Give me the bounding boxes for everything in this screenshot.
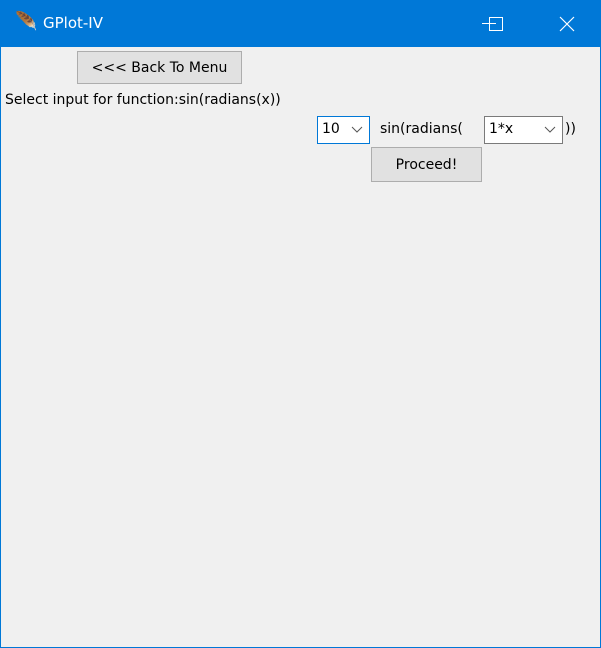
close-button[interactable]	[544, 1, 590, 47]
title-bar: 🪶 GPlot-IV	[1, 1, 600, 47]
back-to-menu-button[interactable]: <<< Back To Menu	[77, 51, 242, 84]
close-icon	[559, 16, 575, 32]
expression-combobox[interactable]: 1*x	[484, 116, 563, 144]
prompt-label: Select input for function:sin(radians(x)…	[5, 92, 281, 108]
maximize-button[interactable]	[473, 1, 519, 47]
proceed-button[interactable]: Proceed!	[371, 147, 482, 182]
chevron-down-icon	[544, 126, 556, 133]
chevron-down-icon	[351, 126, 363, 133]
window-title: GPlot-IV	[43, 14, 103, 32]
count-combobox[interactable]: 10	[317, 116, 370, 144]
app-window: 🪶 GPlot-IV <<< Back To Menu Select input…	[0, 0, 601, 648]
function-suffix-label: ))	[565, 121, 576, 137]
maximize-icon	[489, 17, 503, 31]
function-prefix-label: sin(radians(	[380, 121, 463, 137]
feather-icon: 🪶	[15, 11, 38, 32]
